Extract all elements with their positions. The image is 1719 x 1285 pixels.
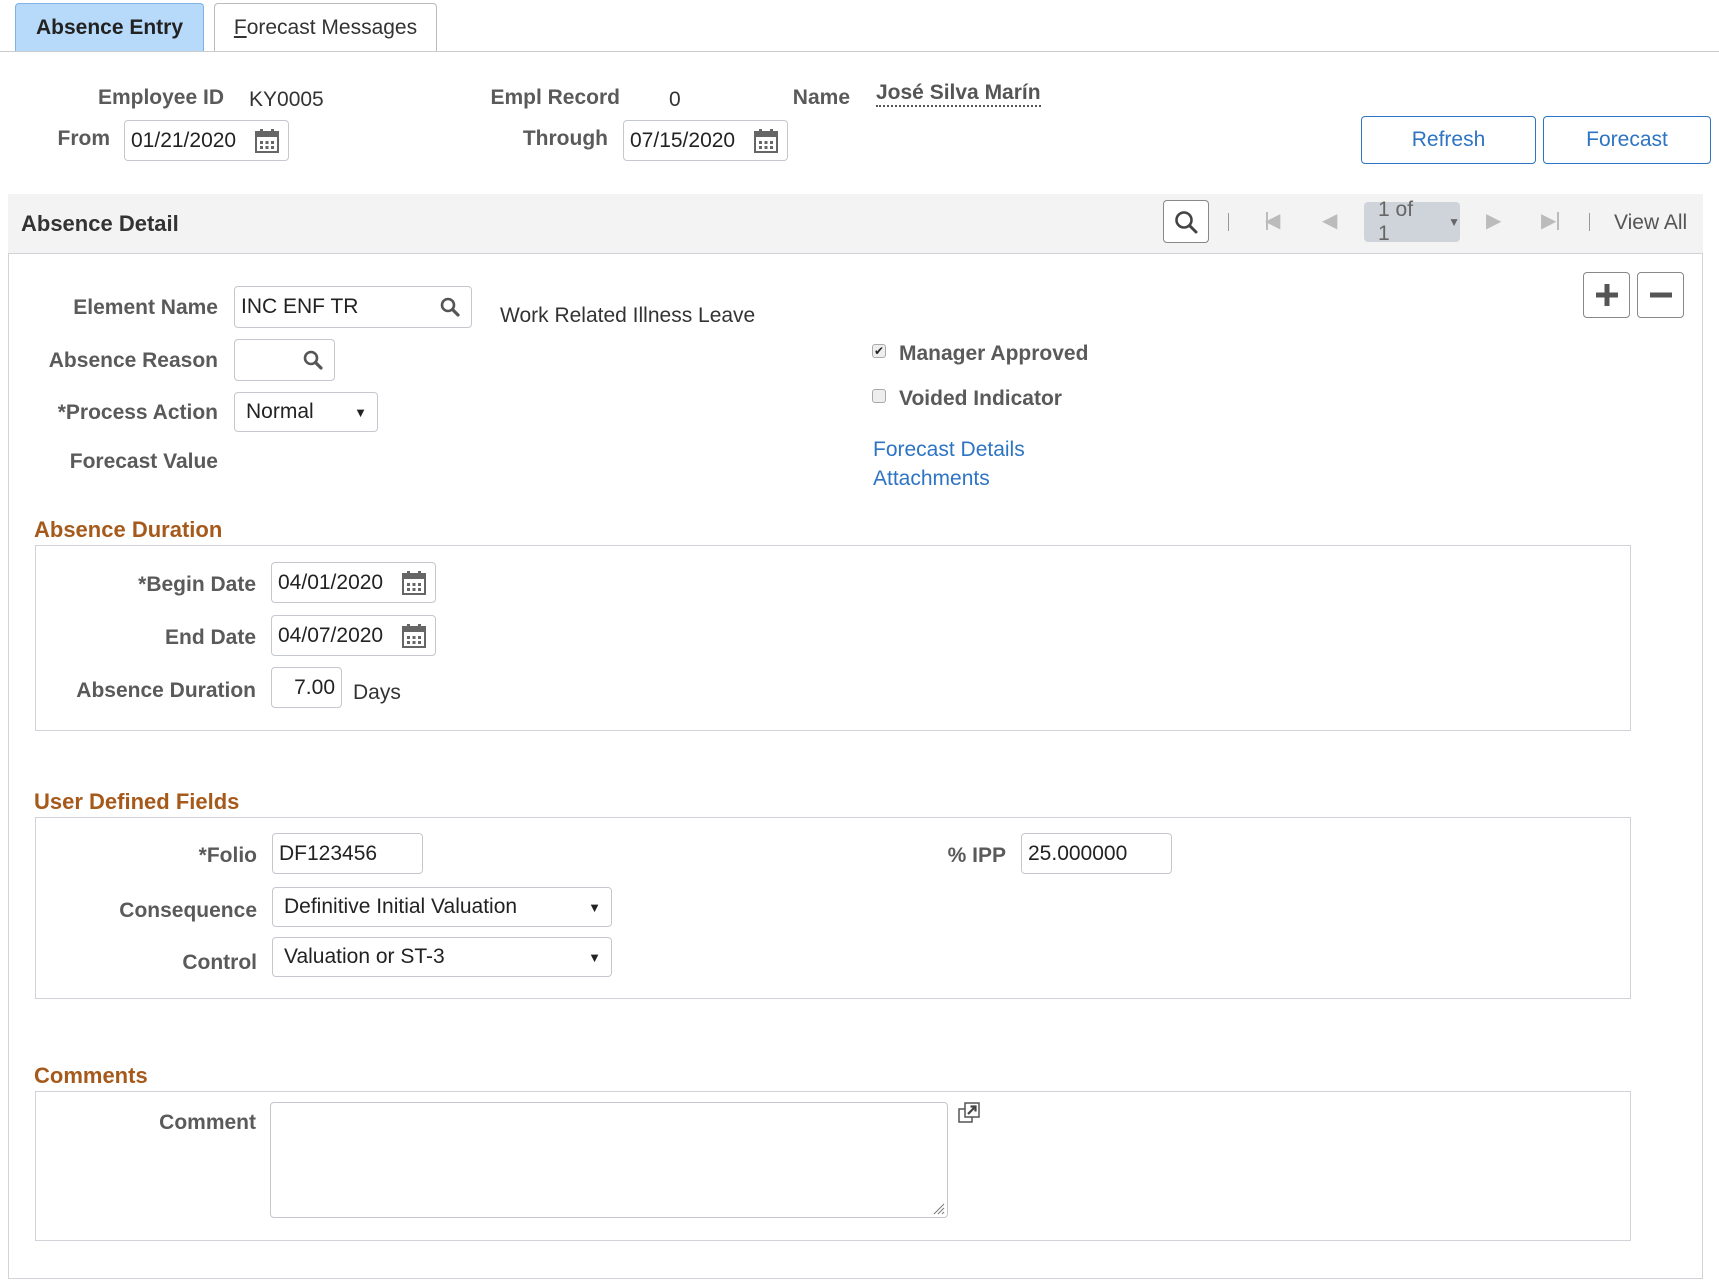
- from-label: From: [57, 127, 111, 150]
- absence-reason-label: Absence Reason: [48, 349, 218, 372]
- tab-forecast-messages-accesskey: F: [233, 15, 247, 39]
- manager-approved-checkbox[interactable]: ✔: [872, 344, 886, 358]
- plus-icon: [1596, 284, 1618, 306]
- forecast-button[interactable]: Forecast: [1543, 116, 1711, 164]
- process-action-label: *Process Action: [57, 401, 218, 424]
- consequence-select[interactable]: Definitive Initial Valuation ▼: [272, 887, 612, 927]
- tab-forecast-messages[interactable]: Forecast Messages: [214, 3, 437, 51]
- calendar-icon[interactable]: [254, 128, 280, 154]
- folio-value: DF123456: [279, 841, 378, 865]
- comments-title: Comments: [34, 1063, 148, 1088]
- absence-duration-field[interactable]: 7.00: [271, 667, 342, 708]
- expand-icon[interactable]: [958, 1102, 980, 1124]
- lookup-icon[interactable]: [439, 296, 461, 318]
- tab-absence-entry[interactable]: Absence Entry: [15, 3, 204, 51]
- pager-dropdown[interactable]: 1 of 1 ▼: [1364, 198, 1460, 245]
- element-description: Work Related Illness Leave: [500, 304, 756, 327]
- calendar-icon[interactable]: [401, 570, 427, 596]
- last-page-bar: [1557, 212, 1559, 230]
- delete-row-button[interactable]: [1637, 272, 1684, 318]
- consequence-label: Consequence: [119, 899, 257, 922]
- pager-separator: [1589, 213, 1590, 231]
- ipp-field[interactable]: 25.000000: [1021, 833, 1172, 874]
- chevron-down-icon: ▼: [1448, 215, 1460, 229]
- empl-record-value: 0: [669, 88, 681, 111]
- employee-name[interactable]: José Silva Marín: [876, 81, 1041, 107]
- resize-handle-icon[interactable]: [933, 1203, 945, 1215]
- find-button[interactable]: [1163, 200, 1209, 243]
- calendar-icon[interactable]: [753, 128, 779, 154]
- employee-id-label: Employee ID: [97, 86, 224, 109]
- folio-label: *Folio: [198, 844, 257, 867]
- through-label: Through: [522, 127, 608, 150]
- through-date-value: 07/15/2020: [630, 128, 736, 152]
- begin-date-label: *Begin Date: [138, 573, 256, 596]
- absence-detail-title: Absence Detail: [21, 211, 179, 236]
- calendar-icon[interactable]: [401, 623, 427, 649]
- control-label: Control: [182, 951, 257, 974]
- minus-icon: [1650, 292, 1672, 298]
- next-page-icon[interactable]: ▶: [1486, 208, 1501, 233]
- manager-approved-label: Manager Approved: [899, 342, 1089, 365]
- last-page-icon[interactable]: ▶: [1541, 208, 1556, 233]
- absence-duration-value: 7.00: [294, 675, 335, 699]
- ipp-value: 25.000000: [1028, 841, 1128, 865]
- duration-unit: Days: [353, 681, 401, 704]
- pager-separator: [1228, 213, 1229, 231]
- lookup-icon[interactable]: [302, 349, 324, 371]
- element-name-field[interactable]: INC ENF TR: [234, 286, 472, 328]
- end-date-value: 04/07/2020: [278, 623, 384, 647]
- absence-duration-title: Absence Duration: [34, 517, 223, 542]
- end-date-field[interactable]: 04/07/2020: [271, 615, 436, 656]
- control-value: Valuation or ST-3: [284, 945, 445, 968]
- tab-forecast-messages-label: orecast Messages: [246, 15, 418, 39]
- add-row-button[interactable]: [1583, 272, 1630, 318]
- chevron-down-icon: ▼: [588, 949, 601, 965]
- control-select[interactable]: Valuation or ST-3 ▼: [272, 937, 612, 977]
- tab-absence-entry-label: Absence Entry: [35, 15, 184, 39]
- chevron-down-icon: ▼: [354, 404, 367, 420]
- previous-page-icon[interactable]: ◀: [1322, 208, 1337, 233]
- voided-indicator-label: Voided Indicator: [899, 387, 1062, 410]
- forecast-details-link[interactable]: Forecast Details: [873, 438, 1025, 462]
- view-all-link[interactable]: View All: [1614, 211, 1687, 235]
- attachments-link[interactable]: Attachments: [873, 467, 990, 491]
- through-date-field[interactable]: 07/15/2020: [623, 120, 788, 161]
- pager-text: 1 of 1: [1378, 198, 1414, 245]
- forecast-value-label: Forecast Value: [69, 450, 218, 473]
- process-action-select[interactable]: Normal ▼: [234, 392, 378, 432]
- comment-label: Comment: [159, 1111, 256, 1134]
- absence-duration-label: Absence Duration: [76, 679, 256, 702]
- begin-date-value: 04/01/2020: [278, 570, 384, 594]
- ipp-label: % IPP: [947, 844, 1006, 867]
- end-date-label: End Date: [164, 626, 256, 649]
- first-page-bar: [1266, 212, 1268, 230]
- consequence-value: Definitive Initial Valuation: [284, 895, 518, 918]
- refresh-button[interactable]: Refresh: [1361, 116, 1536, 164]
- chevron-down-icon: ▼: [588, 899, 601, 915]
- search-icon: [1175, 211, 1198, 234]
- voided-indicator-checkbox[interactable]: [872, 389, 886, 403]
- empl-record-label: Empl Record: [490, 86, 620, 109]
- element-name-value: INC ENF TR: [241, 295, 359, 318]
- begin-date-field[interactable]: 04/01/2020: [271, 562, 436, 603]
- employee-id-value: KY0005: [249, 88, 324, 111]
- tabs-divider: [0, 51, 1719, 52]
- folio-field[interactable]: DF123456: [272, 833, 423, 874]
- process-action-value: Normal: [246, 400, 314, 423]
- absence-reason-field[interactable]: [234, 339, 335, 381]
- element-name-label: Element Name: [73, 296, 218, 319]
- comment-textarea[interactable]: [270, 1102, 948, 1218]
- from-date-field[interactable]: 01/21/2020: [124, 120, 289, 161]
- name-label: Name: [792, 86, 850, 109]
- from-date-value: 01/21/2020: [131, 128, 237, 152]
- user-defined-title: User Defined Fields: [34, 789, 240, 814]
